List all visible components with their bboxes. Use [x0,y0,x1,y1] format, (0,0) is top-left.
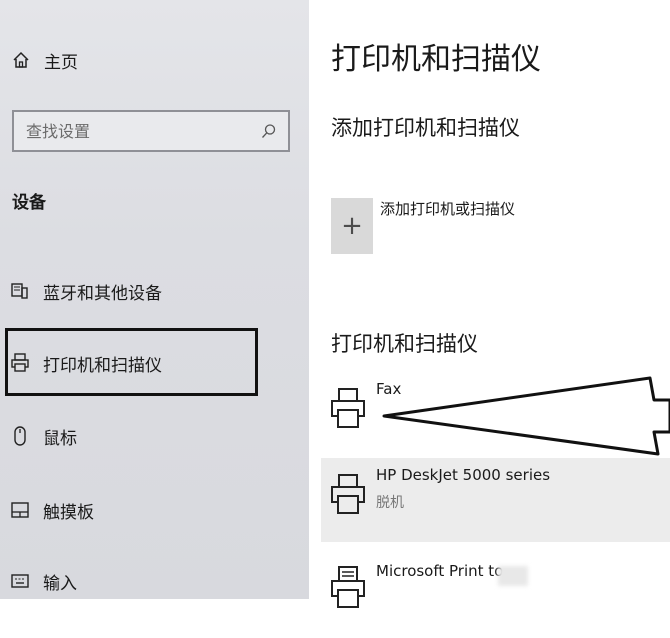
sidebar-item-mouse[interactable]: 鼠标 [10,421,77,451]
keyboard-icon [10,570,30,592]
printer-item-microsoft-print[interactable]: Microsoft Print to [321,554,670,638]
sidebar-item-bluetooth[interactable]: 蓝牙和其他设备 [10,276,162,306]
section-title-devices: 设备 [12,193,46,213]
sidebar-item-touchpad[interactable]: 触摸板 [10,495,94,525]
printer-name: Microsoft Print to [376,562,504,580]
home-label: 主页 [44,52,78,73]
sidebar-item-input[interactable]: 输入 [10,566,77,596]
selected-item-highlight [5,328,258,396]
add-printer-button[interactable]: + [331,198,373,254]
sidebar-item-label: 鼠标 [43,428,77,449]
search-box[interactable] [12,110,290,152]
main-content: 打印机和扫描仪 添加打印机和扫描仪 + 添加打印机或扫描仪 打印机和扫描仪 Fa… [309,0,670,608]
add-section-title: 添加打印机和扫描仪 [331,116,520,140]
annotation-arrow-icon [382,376,670,456]
home-icon [10,49,32,71]
printer-list-title: 打印机和扫描仪 [331,332,478,356]
printer-name: HP DeskJet 5000 series [376,466,551,484]
page-title: 打印机和扫描仪 [331,42,541,77]
touchpad-icon [10,499,30,521]
document-printer-icon [329,564,369,610]
add-printer-label[interactable]: 添加打印机或扫描仪 [380,198,515,219]
home-nav-item[interactable]: 主页 [10,46,78,74]
printer-icon [329,472,369,518]
search-icon[interactable] [260,122,278,140]
printer-status: 脱机 [376,495,404,511]
sidebar-item-label: 蓝牙和其他设备 [43,283,162,304]
search-input[interactable] [24,120,248,142]
redacted-text [498,566,528,586]
printer-icon [329,386,369,432]
settings-sidebar: 主页 设备 蓝牙和其他设备 打印机和扫描仪 鼠标 触摸板 [0,0,309,599]
printer-item-hp-deskjet[interactable]: HP DeskJet 5000 series 脱机 [321,458,670,542]
sidebar-item-label: 触摸板 [43,502,94,523]
mouse-icon [10,425,30,447]
plus-icon: + [341,211,363,241]
sidebar-item-label: 输入 [43,573,77,594]
bluetooth-devices-icon [10,280,30,302]
